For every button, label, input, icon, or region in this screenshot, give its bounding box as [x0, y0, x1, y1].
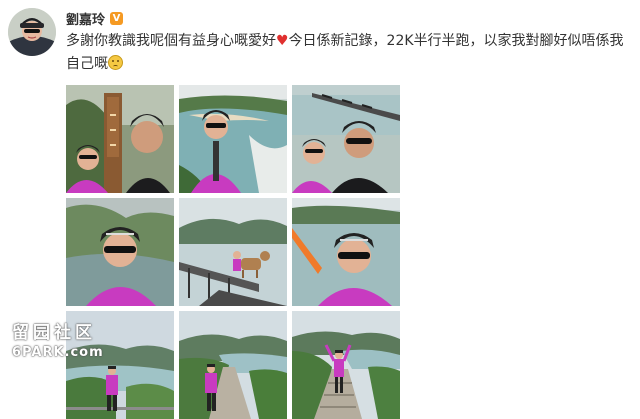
- photo-6[interactable]: [292, 198, 400, 306]
- photo-4[interactable]: [66, 198, 174, 306]
- photo-9[interactable]: [292, 311, 400, 419]
- photo-grid: [66, 85, 400, 419]
- verified-badge-icon: V: [110, 12, 124, 25]
- photo-1[interactable]: [66, 85, 174, 193]
- heart-icon: ♥: [276, 33, 289, 49]
- post-text-part1: 多謝你教識我呢個有益身心嘅愛好: [66, 33, 276, 49]
- watermark: 留园社区 6PARK.com: [12, 318, 104, 360]
- photo-2[interactable]: [179, 85, 287, 193]
- watermark-line1: 留园社区: [12, 323, 96, 343]
- avatar[interactable]: [8, 8, 56, 56]
- post-text: 多謝你教識我呢個有益身心嘅愛好♥今日係新記錄，22K半行半跑，以家我對腳好似唔係…: [66, 30, 626, 76]
- watermark-line2: 6PARK.com: [12, 345, 104, 360]
- photo-5[interactable]: [179, 198, 287, 306]
- photo-3[interactable]: [292, 85, 400, 193]
- sad-face-emoji-icon: [108, 55, 123, 70]
- photo-8[interactable]: [179, 311, 287, 419]
- username[interactable]: 劉嘉玲 V: [66, 9, 124, 28]
- username-text[interactable]: 劉嘉玲: [66, 9, 105, 28]
